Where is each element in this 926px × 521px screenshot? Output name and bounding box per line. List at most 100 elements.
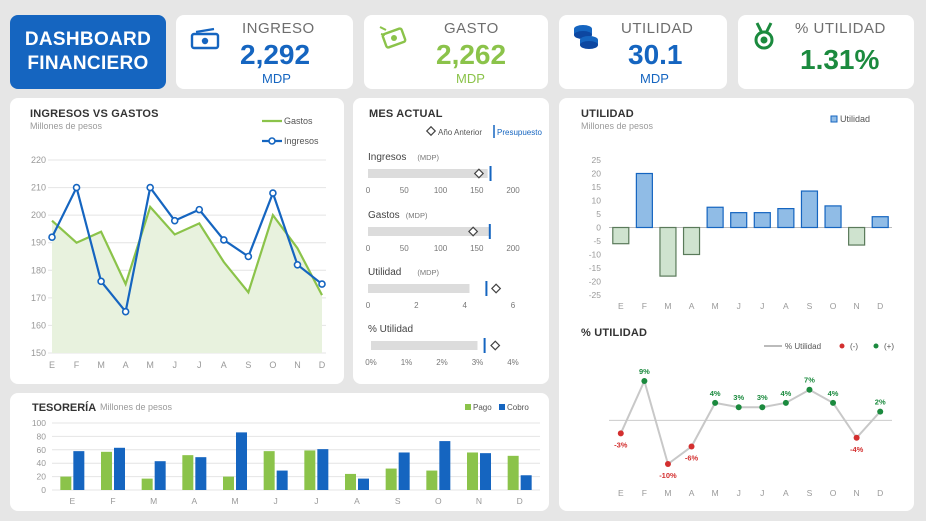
y-tick-label: 200 — [31, 210, 46, 220]
y-tick-label: 210 — [31, 183, 46, 193]
bullet-label: Utilidad — [368, 267, 401, 278]
y-tick-label: 20 — [592, 169, 602, 179]
y-tick-label: -10 — [589, 250, 602, 260]
y-tick-label: 40 — [37, 458, 47, 468]
cobro-bar — [154, 461, 166, 490]
ingresos-point — [48, 233, 56, 241]
bullet-tick-label: 4 — [462, 301, 467, 310]
kpi-gasto-label: GASTO — [444, 20, 499, 37]
bullet-tick-label: 1% — [401, 358, 413, 367]
kpi-gasto-value: 2,262 — [436, 39, 507, 70]
legend-ingresos-label: Ingresos — [284, 136, 319, 146]
kpi-card-gasto: GASTO 2,262 MDP — [364, 15, 548, 89]
ingresos-point — [146, 183, 154, 192]
pct-utilidad-data-label: -6% — [685, 454, 699, 463]
y-tick-label: -15 — [589, 263, 602, 273]
ingresos-point — [293, 260, 302, 269]
cobro-bar — [520, 475, 532, 490]
x-tick-label: F — [642, 301, 647, 311]
utilidad-bar — [635, 172, 653, 229]
tesoreria-title: TESORERÍA — [32, 401, 96, 414]
x-tick-label: D — [517, 496, 523, 506]
utilidad-bar — [753, 212, 771, 229]
x-tick-label: M — [712, 488, 719, 498]
cobro-bar — [114, 447, 125, 490]
y-tick-label: 25 — [592, 155, 602, 165]
bullet-tick-label: 200 — [506, 244, 520, 253]
pct-utilidad-point — [617, 430, 624, 437]
legend-cobro-label: Cobro — [507, 403, 529, 412]
tesoreria-chart: TESORERÍA Millones de pesos 0 20 40 60 80 100 E F… — [32, 401, 540, 506]
bullet-tick-label: 4% — [507, 358, 519, 367]
x-tick-label: M — [146, 360, 154, 370]
cobro-bar — [276, 470, 288, 490]
x-tick-label: N — [854, 488, 860, 498]
legend-neg-label: (-) — [850, 342, 858, 351]
cobro-bar — [398, 452, 410, 490]
bullet-tick-label: 0 — [366, 301, 371, 310]
pct-utilidad-data-label: -3% — [614, 440, 628, 449]
bullet-tick-label: 3% — [472, 358, 484, 367]
pct-utilidad-point — [853, 434, 860, 441]
bullet-tick-label: 6 — [511, 301, 516, 310]
utilidad-bar — [612, 226, 630, 245]
pct-utilidad-data-label: -4% — [850, 445, 864, 454]
pct-utilidad-point — [735, 404, 742, 411]
kpi-ingreso-value: 2,292 — [240, 39, 311, 70]
bullet-anterior-marker — [490, 340, 501, 351]
cobro-bar — [195, 457, 207, 490]
x-tick-label: J — [172, 360, 177, 370]
kpi-gasto-unit: MDP — [456, 71, 485, 86]
kpi-card-pct-utilidad: % UTILIDAD 1.31% — [738, 15, 914, 89]
x-tick-label: S — [245, 360, 251, 370]
x-tick-label: A — [221, 360, 227, 370]
ingresos-vs-gastos-chart: 150 160 170 180 190 200 210 220 E F M A M J J A S O N D Gast… — [31, 116, 326, 370]
utilidad-bar — [848, 226, 866, 246]
pago-bar — [345, 473, 356, 490]
x-tick-label: J — [314, 496, 318, 506]
bullet-tick-label: 0 — [366, 186, 371, 195]
ingresos-vs-gastos-card: INGRESOS VS GASTOS Millones de pesos 150… — [10, 98, 344, 384]
pct-utilidad-point — [712, 399, 719, 406]
ingresos-point — [121, 307, 130, 316]
y-tick-label: 220 — [31, 155, 46, 165]
pago-bar — [385, 468, 397, 490]
utilidad-card: UTILIDAD Millones de pesos % UTILIDAD Ut… — [559, 98, 914, 511]
pct-utilidad-point — [641, 378, 648, 384]
legend-pct-label: % Utilidad — [785, 342, 821, 351]
pct-utilidad-data-label: 3% — [733, 393, 744, 402]
pct-utilidad-line — [619, 378, 881, 466]
x-tick-label: M — [664, 301, 671, 311]
y-tick-label: 190 — [31, 238, 46, 248]
kpi-pct-utilidad-value: 1.31% — [800, 44, 880, 75]
pct-utilidad-data-label: -10% — [659, 471, 677, 480]
utilidad-chart: Utilidad 25 20 15 10 5 0 -5 -10 -15 -20 -25 E F M A M J J A… — [589, 114, 895, 498]
bullet-actual-bar — [371, 341, 478, 350]
pct-utilidad-data-label: 7% — [804, 376, 815, 385]
legend-pos-label: (+) — [884, 342, 894, 351]
legend-pago-swatch — [465, 404, 471, 410]
x-tick-label: S — [807, 301, 813, 311]
kpi-utilidad-label: UTILIDAD — [621, 20, 694, 37]
ingresos-point — [269, 189, 277, 197]
pct-utilidad-point — [688, 443, 695, 450]
x-tick-label: J — [760, 488, 764, 498]
legend-ano-anterior-marker — [425, 125, 437, 137]
x-tick-label: N — [294, 360, 301, 370]
legend-neg-marker — [839, 343, 845, 349]
bullet-actual-bar — [368, 169, 488, 178]
bullet-tick-label: 0 — [366, 244, 371, 253]
kpi-ingreso-label: INGRESO — [242, 20, 315, 37]
pago-bar — [182, 455, 194, 490]
kpi-card-utilidad: UTILIDAD 30.1 MDP — [559, 15, 727, 89]
bullet-tick-label: 2 — [414, 301, 419, 310]
y-tick-label: -5 — [593, 236, 601, 246]
cobro-bar — [236, 432, 247, 490]
y-tick-label: 180 — [31, 265, 46, 275]
bullet-unit: (MDP) — [406, 211, 428, 220]
kpi-pct-utilidad-label: % UTILIDAD — [795, 20, 886, 37]
pago-bar — [60, 476, 72, 490]
legend-pago-label: Pago — [473, 403, 492, 412]
ingresos-point — [97, 277, 105, 286]
pct-utilidad-data-label: 3% — [757, 393, 768, 402]
